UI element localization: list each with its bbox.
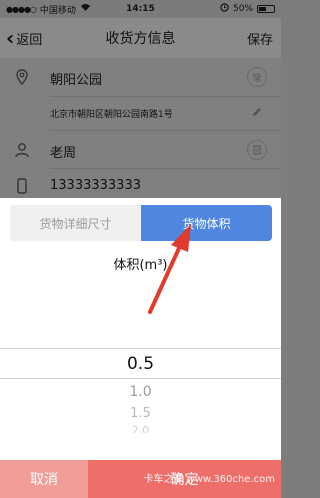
battery-icon [257,5,275,13]
place-row[interactable]: 朝阳公园 常 [0,58,281,96]
person-icon [15,143,29,158]
tab-detailed-size[interactable]: 货物详细尺寸 [10,205,141,241]
picker-bottom-line [0,378,281,379]
status-time: 14:15 [126,4,155,14]
place-text: 朝阳公园 [50,73,103,88]
frequent-button[interactable]: 常 [247,67,267,87]
picker-top-line [0,348,281,349]
address-text: 北京市朝阳区朝阳公园南路1号 [50,110,173,120]
name-row[interactable]: 老周 [0,130,281,168]
picker-option[interactable]: 1.5 [0,406,281,421]
contacts-icon [253,145,261,155]
receiver-form: 朝阳公园 常 北京市朝阳区朝阳公园南路1号 老周 13333333333 [0,58,281,198]
back-label: 返回 [16,32,43,48]
address-row[interactable]: 北京市朝阳区朝阳公园南路1号 [0,96,281,130]
edit-icon[interactable] [251,106,263,118]
volume-sheet: 货物详细尺寸 货物体积 体积(m³) 0.5 1.0 1.5 2.0 [0,198,281,498]
segmented-control: 货物详细尺寸 货物体积 [10,205,272,241]
picker-option[interactable]: 2.0 [0,424,281,433]
picker-option[interactable]: 1.0 [0,384,281,400]
picker-option-selected[interactable]: 0.5 [0,354,281,374]
phone-text: 13333333333 [50,178,141,193]
chevron-left-icon: ‹ [6,26,15,50]
status-bar: ●●●●○ 中国移动 14:15 50% [0,0,281,18]
volume-label: 体积(m³) [113,258,168,273]
save-button[interactable]: 保存 [247,18,273,58]
phone-icon [17,178,27,194]
back-button[interactable]: ‹ 返回 [6,18,42,58]
tab-volume[interactable]: 货物体积 [141,205,272,241]
name-text: 老周 [50,146,77,161]
nav-bar: ‹ 返回 收货方信息 保存 [0,18,281,58]
location-pin-icon [16,69,28,85]
cancel-button[interactable]: 取消 [0,460,88,498]
watermark: 卡车之家 www.360che.com [143,474,275,485]
volume-picker[interactable]: 0.5 1.0 1.5 2.0 [0,348,281,438]
phone-row[interactable]: 13333333333 [0,168,281,198]
contacts-button[interactable] [247,140,267,160]
